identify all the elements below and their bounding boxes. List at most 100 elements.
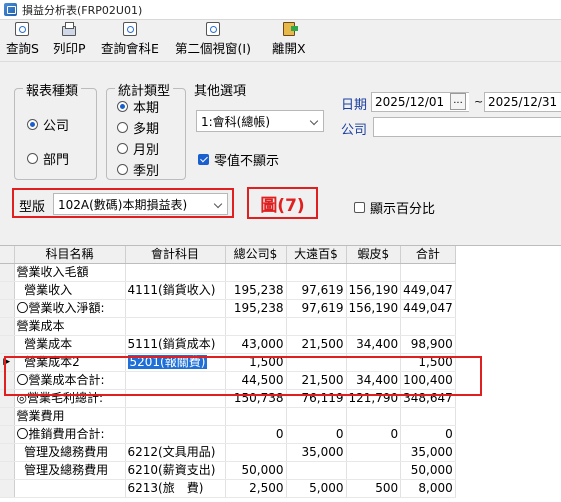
cell-head-office[interactable]: 2,500 xyxy=(225,479,287,498)
print-button[interactable]: 列印P xyxy=(53,22,86,60)
row-indicator[interactable] xyxy=(0,407,15,426)
date-from-picker-button[interactable]: ... xyxy=(450,93,466,110)
cell-total[interactable]: 8,000 xyxy=(400,479,456,498)
row-indicator[interactable] xyxy=(0,335,15,354)
query-button[interactable]: 查詢S xyxy=(6,22,39,60)
table-row[interactable]: 管理及總務費用 6212(文具用品) 35,000 35,000 xyxy=(0,443,456,462)
cell-far-eastern[interactable]: 35,000 xyxy=(286,443,347,462)
report-grid[interactable]: 科目名稱 會計科目 總公司$ 大遠百$ 蝦皮$ 合計 營業收入毛額 營業收入 41… xyxy=(0,245,561,502)
cell-shopee[interactable]: 500 xyxy=(346,479,402,498)
cell-shopee[interactable]: 0 xyxy=(346,425,402,444)
cell-far-eastern[interactable] xyxy=(286,263,347,282)
cell-account-code[interactable]: 6212(文具用品) xyxy=(125,443,226,462)
date-to-field[interactable]: 2025/12/31 xyxy=(484,92,561,112)
cell-far-eastern[interactable]: 97,619 xyxy=(286,281,347,300)
second-window-button[interactable]: 第二個視窗(I) xyxy=(175,22,251,60)
col-header-total[interactable]: 合計 xyxy=(400,246,456,264)
cell-head-office[interactable]: 43,000 xyxy=(225,335,287,354)
cell-account-name[interactable]: 營業收入毛額 xyxy=(14,263,126,282)
cell-account-code[interactable] xyxy=(125,263,226,282)
cell-account-code[interactable] xyxy=(125,299,226,318)
cell-account-code[interactable] xyxy=(125,407,226,426)
cell-account-code[interactable]: 4111(銷貨收入) xyxy=(125,281,226,300)
cell-far-eastern[interactable]: 97,619 xyxy=(286,299,347,318)
radio-department-dot[interactable] xyxy=(27,153,38,164)
cell-shopee[interactable]: 156,190 xyxy=(346,281,402,300)
col-header-head-office[interactable]: 總公司$ xyxy=(225,246,287,264)
zero-hide-checkbox[interactable]: 零值不顯示 xyxy=(198,150,279,169)
radio-company[interactable]: 公司 xyxy=(27,115,69,134)
cell-total[interactable]: 98,900 xyxy=(400,335,456,354)
col-header-account-name[interactable]: 科目名稱 xyxy=(14,246,126,264)
cell-account-name[interactable]: 營業費用 xyxy=(14,407,126,426)
radio-current-period-dot[interactable] xyxy=(117,101,128,112)
cell-far-eastern[interactable] xyxy=(286,317,347,336)
radio-department[interactable]: 部門 xyxy=(27,149,69,168)
cell-total[interactable]: 449,047 xyxy=(400,299,456,318)
table-row[interactable]: 6213(旅 費) 2,500 5,000 500 8,000 xyxy=(0,479,456,498)
exit-button[interactable]: 離開X xyxy=(272,22,306,60)
cell-far-eastern[interactable]: 21,500 xyxy=(286,335,347,354)
radio-multi-period-dot[interactable] xyxy=(117,122,128,133)
row-indicator[interactable] xyxy=(0,443,15,462)
checkbox-checked-icon[interactable] xyxy=(198,154,209,165)
cell-account-name[interactable]: 〇營業收入淨額: xyxy=(14,299,126,318)
radio-company-dot[interactable] xyxy=(27,119,38,130)
cell-total[interactable]: 449,047 xyxy=(400,281,456,300)
table-row[interactable]: 營業收入毛額 xyxy=(0,263,456,282)
radio-monthly[interactable]: 月別 xyxy=(117,139,159,158)
template-select[interactable]: 102A(數碼)本期損益表) xyxy=(53,193,228,215)
show-percent-checkbox[interactable]: 顯示百分比 xyxy=(354,198,435,217)
cell-account-name[interactable]: 管理及總務費用 xyxy=(14,443,126,462)
table-row[interactable]: 管理及總務費用 6210(薪資支出) 50,000 50,000 xyxy=(0,461,456,480)
col-header-shopee[interactable]: 蝦皮$ xyxy=(346,246,402,264)
radio-multi-period[interactable]: 多期 xyxy=(117,118,159,137)
cell-shopee[interactable] xyxy=(346,443,402,462)
cell-shopee[interactable] xyxy=(346,263,402,282)
table-row[interactable]: 營業成本 5111(銷貨成本) 43,000 21,500 34,400 98,900 xyxy=(0,335,456,354)
row-indicator[interactable] xyxy=(0,299,15,318)
cell-account-code[interactable]: 5111(銷貨成本) xyxy=(125,335,226,354)
row-indicator[interactable] xyxy=(0,425,15,444)
cell-account-name[interactable]: 管理及總務費用 xyxy=(14,461,126,480)
radio-monthly-dot[interactable] xyxy=(117,143,128,154)
cell-total[interactable] xyxy=(400,407,456,426)
cell-shopee[interactable]: 156,190 xyxy=(346,299,402,318)
cell-account-code[interactable]: 6210(薪資支出) xyxy=(125,461,226,480)
row-indicator[interactable] xyxy=(0,263,15,282)
cell-account-name[interactable]: 營業成本 xyxy=(14,317,126,336)
cell-head-office[interactable] xyxy=(225,407,287,426)
radio-quarterly[interactable]: 季別 xyxy=(117,160,159,179)
cell-shopee[interactable]: 34,400 xyxy=(346,335,402,354)
cell-head-office[interactable]: 50,000 xyxy=(225,461,287,480)
cell-account-code[interactable]: 6213(旅 費) xyxy=(125,479,226,498)
cell-account-name[interactable]: 營業收入 xyxy=(14,281,126,300)
cell-head-office[interactable]: 195,238 xyxy=(225,299,287,318)
cell-total[interactable]: 35,000 xyxy=(400,443,456,462)
col-header-account-code[interactable]: 會計科目 xyxy=(125,246,226,264)
cell-head-office[interactable] xyxy=(225,443,287,462)
row-indicator[interactable] xyxy=(0,317,15,336)
table-row[interactable]: 營業收入 4111(銷貨收入) 195,238 97,619 156,190 449,04… xyxy=(0,281,456,300)
cell-shopee[interactable] xyxy=(346,317,402,336)
cell-head-office[interactable] xyxy=(225,263,287,282)
cell-account-name[interactable]: 〇推銷費用合計: xyxy=(14,425,126,444)
row-indicator[interactable] xyxy=(0,281,15,300)
table-row[interactable]: 營業成本 xyxy=(0,317,456,336)
cell-account-code[interactable] xyxy=(125,425,226,444)
cell-head-office[interactable] xyxy=(225,317,287,336)
table-row[interactable]: 〇營業收入淨額: 195,238 97,619 156,190 449,047 xyxy=(0,299,456,318)
cell-total[interactable] xyxy=(400,317,456,336)
cell-total[interactable]: 50,000 xyxy=(400,461,456,480)
cell-account-code[interactable] xyxy=(125,317,226,336)
table-row[interactable]: 〇推銷費用合計: 0 0 0 0 xyxy=(0,425,456,444)
cell-far-eastern[interactable]: 5,000 xyxy=(286,479,347,498)
cell-far-eastern[interactable] xyxy=(286,461,347,480)
cell-shopee[interactable] xyxy=(346,461,402,480)
cell-far-eastern[interactable] xyxy=(286,407,347,426)
cell-head-office[interactable]: 0 xyxy=(225,425,287,444)
cell-total[interactable] xyxy=(400,263,456,282)
cell-shopee[interactable] xyxy=(346,407,402,426)
account-level-select[interactable]: 1:會科(總帳) xyxy=(196,110,324,132)
query-account-button[interactable]: 查詢會科E xyxy=(101,22,159,60)
